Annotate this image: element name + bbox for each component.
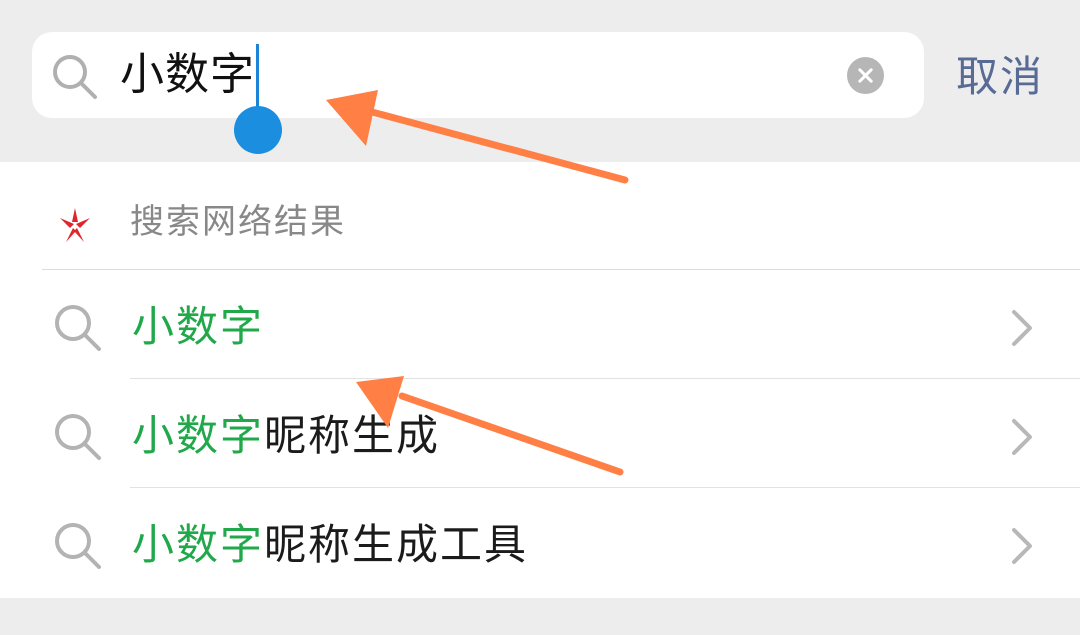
suggestion-row[interactable]: 小数字 [0, 270, 1080, 379]
suggestion-highlight: 小数字 [132, 302, 265, 351]
search-icon [53, 55, 97, 99]
chevron-right-icon [1012, 528, 1032, 564]
web-results-header[interactable]: 搜索网络结果 [0, 162, 1080, 270]
suggestion-row[interactable]: 小数字昵称生成工具 [0, 488, 1080, 597]
search-icon [55, 305, 101, 351]
cancel-button[interactable]: 取消 [956, 44, 1044, 110]
results-list: 搜索网络结果 小数字 小数字昵称生成 小数字昵称生成工具 [0, 162, 1080, 598]
search-box[interactable]: 小数字 [32, 32, 924, 118]
search-input[interactable]: 小数字 [120, 40, 255, 110]
search-header: 小数字 取消 [0, 0, 1080, 162]
text-cursor-handle[interactable] [234, 106, 282, 154]
suggestion-text: 小数字 [132, 292, 264, 362]
chevron-right-icon [1012, 419, 1032, 455]
clear-icon[interactable] [847, 57, 884, 94]
search-icon [55, 523, 101, 569]
web-results-title: 搜索网络结果 [130, 202, 346, 242]
suggestion-highlight: 小数字 [132, 520, 265, 569]
search-page: 小数字 取消 搜索网络结果 小数字 小数字昵称生成 小数字昵称生成工具 [0, 0, 1080, 635]
suggestion-row[interactable]: 小数字昵称生成 [0, 379, 1080, 488]
chevron-right-icon [1012, 310, 1032, 346]
suggestion-text: 小数字昵称生成 [132, 401, 440, 471]
suggestion-text: 小数字昵称生成工具 [132, 510, 528, 580]
suggestion-rest: 昵称生成工具 [264, 520, 529, 569]
suggestion-highlight: 小数字 [132, 411, 265, 460]
web-search-logo-icon [60, 208, 90, 242]
suggestion-rest: 昵称生成 [264, 411, 441, 460]
text-cursor [256, 44, 259, 108]
search-icon [55, 414, 101, 460]
